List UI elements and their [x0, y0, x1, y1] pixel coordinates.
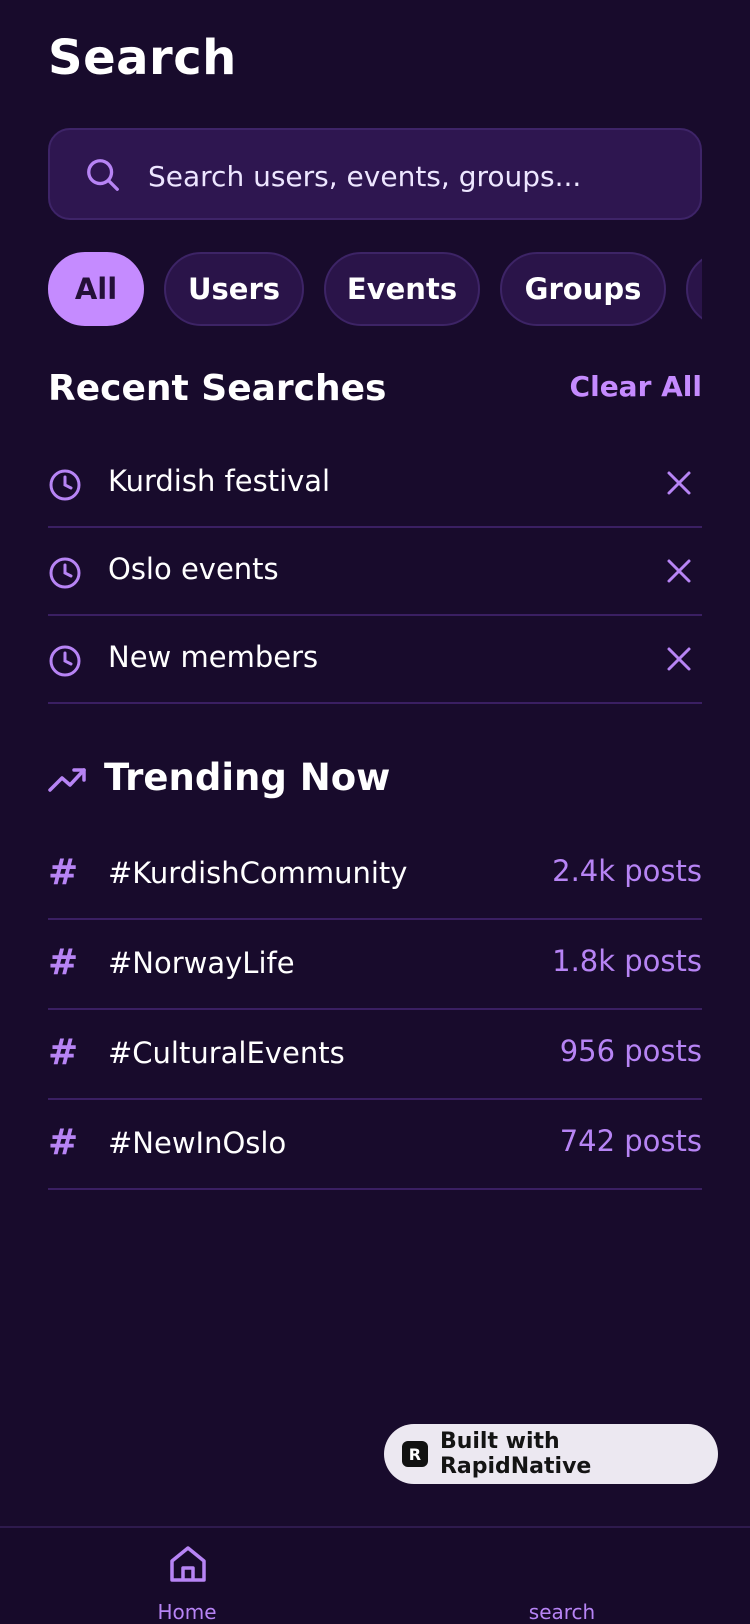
trending-up-icon	[48, 768, 86, 792]
filter-chip-more[interactable]	[686, 252, 702, 326]
nav-home[interactable]: Home	[112, 1528, 262, 1624]
page-title: Search	[48, 30, 237, 86]
clock-icon	[49, 557, 81, 589]
hashtag-icon: #	[48, 1032, 79, 1073]
hashtag-icon: #	[48, 1122, 79, 1163]
nav-home-label: Home	[157, 1600, 217, 1624]
trending-tag: #KurdishCommunity	[108, 856, 408, 890]
trending-item[interactable]: # #NorwayLife 1.8k posts	[48, 920, 702, 1010]
built-with-label: Built with RapidNative	[439, 1429, 592, 1479]
recent-search-item[interactable]: New members	[48, 616, 702, 704]
filter-chips: All Users Events Groups	[48, 252, 702, 328]
trending-tag: #NewInOslo	[108, 1126, 287, 1160]
filter-chip-users[interactable]: Users	[164, 252, 304, 326]
trending-count: 956 posts	[559, 1034, 702, 1068]
close-icon[interactable]	[662, 642, 696, 676]
trending-tag: #NorwayLife	[108, 946, 295, 980]
hashtag-icon: #	[48, 942, 79, 983]
trending-count: 2.4k posts	[552, 854, 702, 888]
hashtag-icon: #	[48, 852, 79, 893]
recent-searches-title: Recent Searches	[48, 368, 387, 409]
bottom-navigation: Home search	[0, 1526, 750, 1624]
filter-chip-events[interactable]: Events	[324, 252, 480, 326]
recent-search-item[interactable]: Kurdish festival	[48, 440, 702, 528]
recent-search-text: Kurdish festival	[108, 464, 331, 498]
search-icon	[87, 159, 119, 191]
recent-search-item[interactable]: Oslo events	[48, 528, 702, 616]
filter-chip-all[interactable]: All	[48, 252, 144, 326]
search-box[interactable]	[48, 128, 702, 220]
search-input[interactable]	[146, 154, 670, 198]
built-with-rapidnative-badge[interactable]: R Built with RapidNative	[384, 1424, 718, 1484]
recent-search-text: Oslo events	[108, 552, 279, 586]
clock-icon	[49, 645, 81, 677]
trending-tag: #CulturalEvents	[108, 1036, 345, 1070]
rapidnative-logo-icon: R	[402, 1441, 428, 1467]
trending-item[interactable]: # #NewInOslo 742 posts	[48, 1100, 702, 1190]
trending-count: 742 posts	[559, 1124, 702, 1158]
close-icon[interactable]	[662, 466, 696, 500]
nav-search[interactable]: search	[487, 1528, 637, 1624]
clear-all-button[interactable]: Clear All	[570, 370, 702, 403]
trending-title: Trending Now	[104, 756, 391, 799]
clock-icon	[49, 469, 81, 501]
close-icon[interactable]	[662, 554, 696, 588]
trending-item[interactable]: # #CulturalEvents 956 posts	[48, 1010, 702, 1100]
nav-search-label: search	[528, 1600, 596, 1624]
search-screen: Search All Users Events Groups Recent Se…	[0, 0, 750, 1624]
home-icon	[170, 1546, 206, 1582]
recent-search-text: New members	[108, 640, 319, 674]
trending-item[interactable]: # #KurdishCommunity 2.4k posts	[48, 830, 702, 920]
trending-count: 1.8k posts	[552, 944, 702, 978]
filter-chip-groups[interactable]: Groups	[500, 252, 666, 326]
